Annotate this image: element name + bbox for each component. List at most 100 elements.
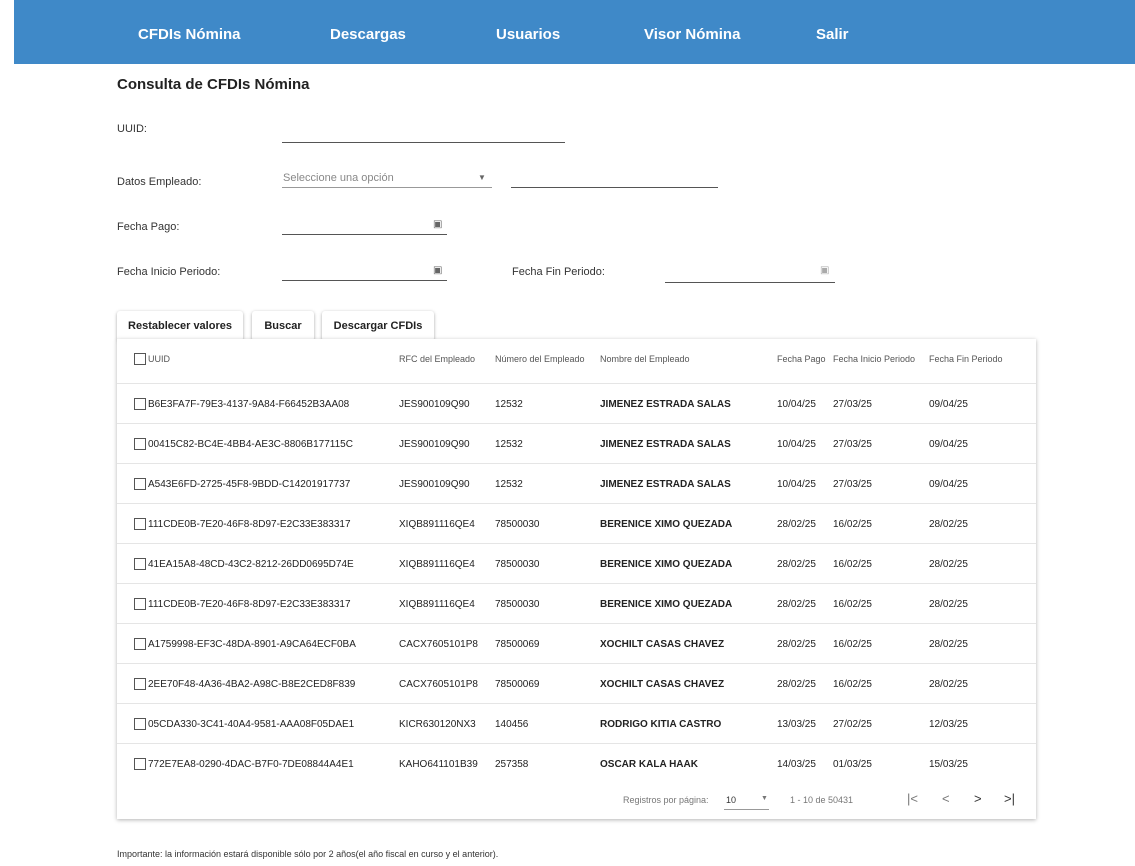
pay-date-underline: [282, 234, 447, 235]
cell-rfc: JES900109Q90: [399, 439, 470, 450]
calendar-icon[interactable]: ▣: [433, 219, 442, 230]
cell-period-end: 09/04/25: [929, 439, 968, 450]
period-end-input[interactable]: [665, 259, 835, 279]
period-start-label: Fecha Inicio Periodo:: [117, 266, 221, 278]
cell-employee-name: BERENICE XIMO QUEZADA: [600, 559, 733, 570]
cell-pay-date: 14/03/25: [777, 759, 816, 770]
pay-date-input[interactable]: [282, 214, 447, 234]
search-button[interactable]: Buscar: [252, 311, 314, 341]
table-row[interactable]: 41EA15A8-48CD-43C2-8212-26DD0695D74E XIQB…: [117, 543, 1036, 584]
calendar-icon[interactable]: ▣: [820, 265, 829, 276]
table-row[interactable]: 772E7EA8-0290-4DAC-B7F0-7DE08844A4E1 KAHO…: [117, 743, 1036, 784]
table-row[interactable]: 2EE70F48-4A36-4BA2-A98C-B8E2CED8F839 CACX…: [117, 663, 1036, 704]
nav-visor-nomina[interactable]: Visor Nómina: [644, 26, 740, 43]
cell-pay-date: 10/04/25: [777, 479, 816, 490]
nav-cfdis-nomina[interactable]: CFDIs Nómina: [138, 26, 241, 43]
cell-period-start: 16/02/25: [833, 559, 872, 570]
cell-period-start: 27/02/25: [833, 719, 872, 730]
top-nav-bar: CFDIs Nómina Descargas Usuarios Visor Nó…: [14, 0, 1135, 64]
cell-uuid: A543E6FD-2725-45F8-9BDD-C14201917737: [148, 479, 351, 490]
header-uuid: UUID: [148, 354, 170, 364]
cell-period-end: 28/02/25: [929, 559, 968, 570]
cell-period-end: 09/04/25: [929, 479, 968, 490]
employee-value-input[interactable]: [511, 165, 718, 187]
cell-rfc: XIQB891116QE4: [399, 559, 475, 570]
cell-period-start: 16/02/25: [833, 519, 872, 530]
header-pay-date: Fecha Pago: [777, 354, 826, 364]
cell-employee-number: 140456: [495, 719, 529, 730]
rows-per-page-select[interactable]: 10: [726, 795, 736, 805]
header-employee-name: Nombre del Empleado: [600, 354, 690, 364]
row-checkbox[interactable]: [134, 398, 146, 410]
cell-employee-name: JIMENEZ ESTRADA SALAS: [600, 439, 731, 450]
cell-rfc: XIQB891116QE4: [399, 599, 475, 610]
footer-note: Importante: la información estará dispon…: [117, 849, 499, 859]
period-end-underline: [665, 282, 835, 283]
cell-period-end: 15/03/25: [929, 759, 968, 770]
cell-rfc: JES900109Q90: [399, 399, 470, 410]
cell-uuid: 00415C82-BC4E-4BB4-AE3C-8806B177115C: [148, 439, 353, 450]
cell-employee-name: JIMENEZ ESTRADA SALAS: [600, 399, 731, 410]
download-cfdis-button[interactable]: Descargar CFDIs: [322, 311, 434, 341]
cell-pay-date: 28/02/25: [777, 639, 816, 650]
dropdown-arrow-icon[interactable]: ▼: [478, 173, 486, 182]
row-checkbox[interactable]: [134, 478, 146, 490]
table-row[interactable]: 111CDE0B-7E20-46F8-8D97-E2C33E383317 XIQB…: [117, 583, 1036, 624]
table-row[interactable]: 05CDA330-3C41-40A4-9581-AAA08F05DAE1 KICR…: [117, 703, 1036, 744]
row-checkbox[interactable]: [134, 678, 146, 690]
cell-rfc: KICR630120NX3: [399, 719, 476, 730]
cell-employee-name: BERENICE XIMO QUEZADA: [600, 599, 733, 610]
reset-button[interactable]: Restablecer valores: [117, 311, 243, 341]
cell-period-start: 16/02/25: [833, 679, 872, 690]
row-checkbox[interactable]: [134, 438, 146, 450]
first-page-icon[interactable]: |<: [907, 791, 918, 806]
select-all-checkbox[interactable]: [134, 353, 146, 365]
employee-select-underline: [282, 187, 492, 188]
row-checkbox[interactable]: [134, 758, 146, 770]
header-rfc: RFC del Empleado: [399, 354, 476, 364]
cell-pay-date: 28/02/25: [777, 559, 816, 570]
cell-period-start: 16/02/25: [833, 639, 872, 650]
previous-page-icon[interactable]: <: [942, 791, 950, 806]
row-checkbox[interactable]: [134, 518, 146, 530]
row-checkbox[interactable]: [134, 638, 146, 650]
cell-uuid: 2EE70F48-4A36-4BA2-A98C-B8E2CED8F839: [148, 679, 356, 690]
table-header: UUID RFC del Empleado Número del Emplead…: [117, 339, 1036, 383]
cell-period-start: 27/03/25: [833, 399, 872, 410]
next-page-icon[interactable]: >: [974, 791, 982, 806]
cell-uuid: 05CDA330-3C41-40A4-9581-AAA08F05DAE1: [148, 719, 355, 730]
cell-employee-name: RODRIGO KITIA CASTRO: [600, 719, 722, 730]
table-row[interactable]: A1759998-EF3C-48DA-8901-A9CA64ECF0BA CACX…: [117, 623, 1036, 664]
cell-employee-name: JIMENEZ ESTRADA SALAS: [600, 479, 731, 490]
period-start-input[interactable]: [282, 259, 447, 279]
cell-rfc: JES900109Q90: [399, 479, 470, 490]
cell-uuid: 41EA15A8-48CD-43C2-8212-26DD0695D74E: [148, 559, 354, 570]
cell-period-start: 01/03/25: [833, 759, 872, 770]
row-checkbox[interactable]: [134, 558, 146, 570]
uuid-input-underline: [282, 142, 565, 143]
cell-uuid: 111CDE0B-7E20-46F8-8D97-E2C33E383317: [148, 599, 351, 610]
table-row[interactable]: 00415C82-BC4E-4BB4-AE3C-8806B177115C JES9…: [117, 423, 1036, 464]
table-row[interactable]: 111CDE0B-7E20-46F8-8D97-E2C33E383317 XIQB…: [117, 503, 1036, 544]
table-row[interactable]: A543E6FD-2725-45F8-9BDD-C14201917737 JES9…: [117, 463, 1036, 504]
cell-uuid: B6E3FA7F-79E3-4137-9A84-F66452B3AA08: [148, 399, 350, 410]
nav-salir[interactable]: Salir: [816, 26, 849, 43]
uuid-input[interactable]: [282, 118, 565, 142]
uuid-label: UUID:: [117, 123, 147, 135]
row-checkbox[interactable]: [134, 598, 146, 610]
cell-pay-date: 28/02/25: [777, 679, 816, 690]
calendar-icon[interactable]: ▣: [433, 265, 442, 276]
period-end-label: Fecha Fin Periodo:: [512, 266, 605, 278]
pagination: Registros por página: 10 ▼ 1 - 10 de 504…: [117, 783, 1036, 819]
table-row[interactable]: B6E3FA7F-79E3-4137-9A84-F66452B3AA08 JES9…: [117, 383, 1036, 424]
nav-usuarios[interactable]: Usuarios: [496, 26, 560, 43]
cell-pay-date: 10/04/25: [777, 399, 816, 410]
nav-descargas[interactable]: Descargas: [330, 26, 406, 43]
dropdown-arrow-icon[interactable]: ▼: [761, 795, 768, 802]
row-checkbox[interactable]: [134, 718, 146, 730]
cell-rfc: KAHO641101B39: [399, 759, 478, 770]
employee-value-underline: [511, 187, 718, 188]
employee-select[interactable]: Seleccione una opción: [283, 172, 394, 184]
cell-period-end: 28/02/25: [929, 599, 968, 610]
last-page-icon[interactable]: >|: [1004, 791, 1015, 806]
